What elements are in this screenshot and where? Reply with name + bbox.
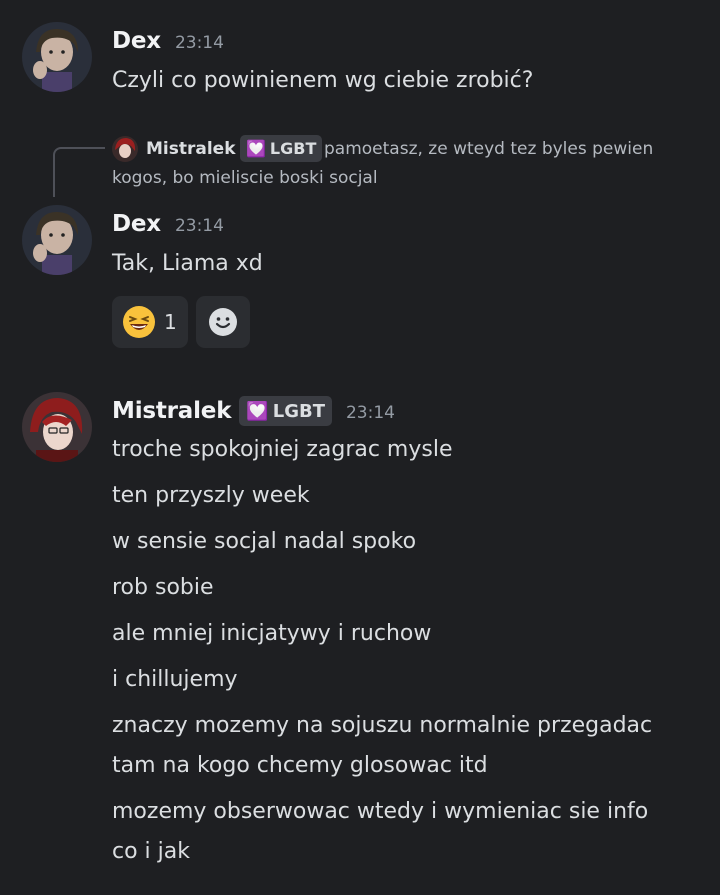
heart-icon: 💟 <box>246 400 269 422</box>
reply-avatar[interactable] <box>112 136 138 162</box>
reply-author[interactable]: Mistralek <box>146 136 236 162</box>
reaction-laughing[interactable]: 1 <box>112 296 188 348</box>
heart-icon: 💟 <box>246 139 266 158</box>
message-header: Dex 23:14 <box>112 211 224 237</box>
username[interactable]: Dex <box>112 211 161 237</box>
message-mistralek[interactable]: Mistralek 💟 LGBT 23:14 troche spokojniej… <box>0 380 720 895</box>
reply-preview-text-cont[interactable]: kogos, bo mieliscie boski socjal <box>112 165 378 191</box>
timestamp[interactable]: 23:14 <box>175 216 224 236</box>
message-line: co i jak <box>112 839 190 864</box>
message-text: Czyli co powinienem wg ciebie zrobić? <box>112 68 534 93</box>
reply-author-tag[interactable]: 💟 LGBT <box>240 135 323 162</box>
message-dex-1[interactable]: Dex 23:14 Czyli co powinienem wg ciebie … <box>0 0 720 110</box>
add-reaction-icon <box>209 308 237 336</box>
tag-label: LGBT <box>269 139 317 158</box>
message-line: ale mniej inicjatywy i ruchow <box>112 621 432 646</box>
reaction-count: 1 <box>164 310 177 334</box>
reply-preview-text[interactable]: pamoetasz, ze wteyd tez byles pewien <box>324 136 653 162</box>
message-header: Mistralek 💟 LGBT 23:14 <box>112 396 395 426</box>
timestamp[interactable]: 23:14 <box>346 403 395 423</box>
message-line: w sensie socjal nadal spoko <box>112 529 417 554</box>
dex-avatar[interactable] <box>22 205 92 275</box>
add-reaction-button[interactable] <box>196 296 250 348</box>
message-header: Dex 23:14 <box>112 28 224 54</box>
message-dex-2[interactable]: Dex 23:14 Tak, Liama xd <box>0 196 720 356</box>
laughing-emoji-icon <box>123 306 155 338</box>
message-line: i chillujemy <box>112 667 238 692</box>
message-line: znaczy mozemy na sojuszu normalnie przeg… <box>112 713 653 738</box>
username[interactable]: Mistralek <box>112 398 232 424</box>
tag-label: LGBT <box>272 400 325 422</box>
message-line: tam na kogo chcemy glosowac itd <box>112 753 488 778</box>
message-line: ten przyszly week <box>112 483 310 508</box>
message-text: Tak, Liama xd <box>112 251 263 276</box>
dex-avatar[interactable] <box>22 22 92 92</box>
username[interactable]: Dex <box>112 28 161 54</box>
message-line: rob sobie <box>112 575 214 600</box>
mistralek-avatar[interactable] <box>22 392 92 462</box>
timestamp[interactable]: 23:14 <box>175 33 224 53</box>
message-line: mozemy obserwowac wtedy i wymieniac sie … <box>112 799 649 824</box>
reply-connector <box>53 147 105 197</box>
author-tag[interactable]: 💟 LGBT <box>239 396 332 426</box>
message-line: troche spokojniej zagrac mysle <box>112 437 453 462</box>
